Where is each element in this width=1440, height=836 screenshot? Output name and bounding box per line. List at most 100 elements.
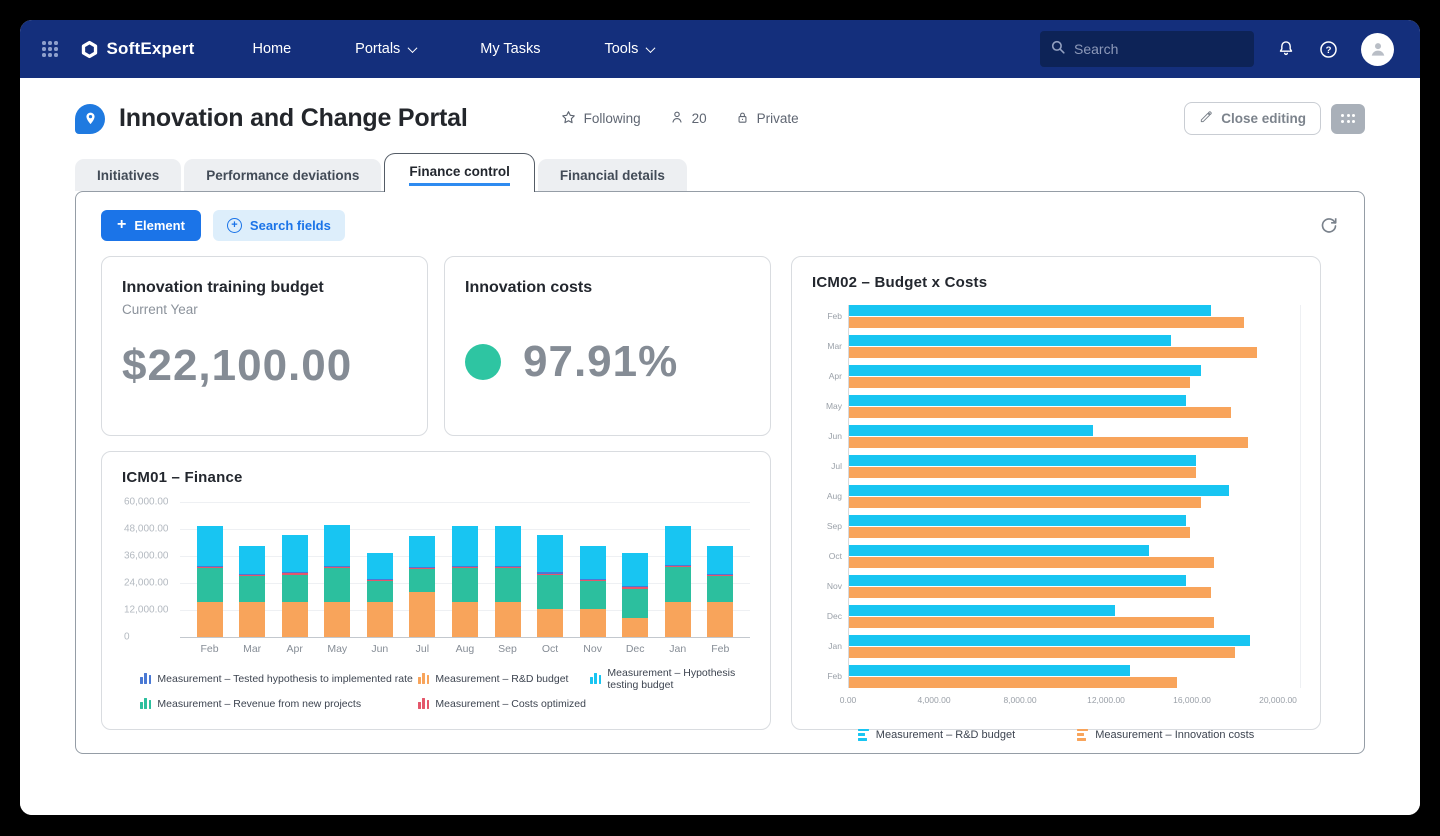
bar-segment-measurement-r-d-budget	[367, 602, 393, 637]
category-label: Mar	[812, 341, 842, 351]
x-tick-label: Jul	[416, 643, 429, 655]
x-tick-label: Sep	[498, 643, 517, 655]
bar-measurement-r-d-budget	[848, 545, 1149, 556]
nav-item-label: Portals	[355, 41, 400, 57]
bar-segment-measurement-hypothesis-testing-budget	[367, 553, 393, 578]
bar-column: Jun	[367, 502, 393, 655]
legend-label: Measurement – Costs optimized	[435, 698, 586, 710]
following-label: Following	[584, 111, 641, 126]
tab-financial-details[interactable]: Financial details	[538, 159, 687, 191]
bar-segment-measurement-hypothesis-testing-budget	[665, 526, 691, 565]
bar-group: Feb	[812, 305, 1300, 328]
bar-measurement-r-d-budget	[848, 485, 1229, 496]
dashboard-grid: Innovation training budget Current Year …	[101, 256, 1340, 730]
add-element-label: Element	[134, 218, 185, 233]
bar-pair	[848, 305, 1300, 328]
bar-segment-measurement-r-d-budget	[622, 618, 648, 636]
stacked-bar	[580, 502, 606, 637]
icm02-right-gridline	[1300, 305, 1301, 688]
page-header: Innovation and Change Portal Following 2…	[75, 102, 1365, 153]
bar-measurement-r-d-budget	[848, 455, 1196, 466]
bar-group: Jan	[812, 635, 1300, 658]
icm01-plot: FebMarAprMayJunJulAugSepOctNovDecJanFeb	[180, 502, 750, 655]
search-icon	[1050, 39, 1066, 60]
bar-pair	[848, 635, 1300, 658]
legend-item-measurement-hypothesis-testing-budget[interactable]: Measurement – Hypothesis testing budget	[590, 667, 750, 691]
page-content: Innovation and Change Portal Following 2…	[20, 78, 1420, 815]
bar-segment-measurement-hypothesis-testing-budget	[537, 535, 563, 572]
legend-item-measurement-costs-optimized[interactable]: Measurement – Costs optimized	[418, 698, 590, 710]
notifications-bell-icon[interactable]	[1276, 39, 1296, 59]
brand-logo[interactable]: SoftExpert	[80, 39, 195, 59]
legend-item-measurement-r-d-budget[interactable]: Measurement – R&D budget	[858, 729, 1015, 741]
tab-performance-deviations[interactable]: Performance deviations	[184, 159, 381, 191]
legend-label: Measurement – R&D budget	[876, 729, 1015, 741]
legend-item-measurement-innovation-costs[interactable]: Measurement – Innovation costs	[1077, 729, 1254, 741]
search-input[interactable]	[1074, 41, 1244, 57]
finance-control-panel: Element Search fields Innovation trainin…	[75, 191, 1365, 754]
icm01-legend: Measurement – Tested hypothesis to imple…	[122, 667, 750, 710]
bar-measurement-r-d-budget	[848, 575, 1186, 586]
bar-group: Aug	[812, 485, 1300, 508]
stacked-bar	[495, 502, 521, 637]
bar-segment-measurement-r-d-budget	[537, 609, 563, 636]
legend-item-measurement-tested-hypothesis-to-implemented-rate[interactable]: Measurement – Tested hypothesis to imple…	[140, 667, 418, 691]
legend-label: Measurement – Tested hypothesis to imple…	[157, 673, 412, 685]
dashboard-left-column: Innovation training budget Current Year …	[101, 256, 771, 730]
refresh-button[interactable]	[1318, 214, 1340, 236]
global-search[interactable]	[1040, 31, 1254, 67]
tab-initiatives[interactable]: Initiatives	[75, 159, 181, 191]
close-editing-button[interactable]: Close editing	[1184, 102, 1321, 135]
tab-finance-control[interactable]: Finance control	[384, 153, 535, 192]
bar-measurement-innovation-costs	[848, 527, 1190, 538]
add-element-button[interactable]: Element	[101, 210, 201, 241]
more-options-button[interactable]	[1331, 104, 1365, 134]
legend-item-measurement-r-d-budget[interactable]: Measurement – R&D budget	[418, 667, 590, 691]
bar-column: Oct	[537, 502, 563, 655]
bar-segment-measurement-revenue-from-new-projects	[324, 568, 350, 601]
search-fields-button[interactable]: Search fields	[213, 210, 345, 241]
horizontal-bars-icon	[858, 729, 869, 741]
x-tick-label: 0.00	[840, 695, 857, 705]
help-icon[interactable]: ?	[1318, 39, 1339, 60]
app-grid-icon[interactable]	[42, 41, 58, 57]
y-tick-label: 12,000.00	[124, 604, 169, 615]
x-tick-label: May	[327, 643, 347, 655]
kpi-card-costs: Innovation costs 97.91%	[444, 256, 771, 436]
legend-item-measurement-revenue-from-new-projects[interactable]: Measurement – Revenue from new projects	[140, 698, 418, 710]
chart-card-icm01: ICM01 – Finance 60,000.0048,000.0036,000…	[101, 451, 771, 730]
bar-chart-icon	[418, 673, 429, 684]
nav-item-home[interactable]: Home	[252, 41, 291, 57]
user-avatar[interactable]	[1361, 33, 1394, 66]
bar-column: Nov	[580, 502, 606, 655]
icm01-chart: 60,000.0048,000.0036,000.0024,000.0012,0…	[122, 502, 750, 655]
category-label: Jul	[812, 461, 842, 471]
category-label: Jun	[812, 431, 842, 441]
bar-segment-measurement-r-d-budget	[282, 602, 308, 637]
nav-menu: Home Portals My Tasks Tools	[252, 41, 654, 57]
icm01-y-axis: 60,000.0048,000.0036,000.0024,000.0012,0…	[122, 502, 180, 637]
nav-item-my-tasks[interactable]: My Tasks	[480, 41, 540, 57]
bar-segment-measurement-revenue-from-new-projects	[282, 575, 308, 602]
kpi-value: $22,100.00	[122, 341, 407, 391]
nav-item-label: Tools	[604, 41, 638, 57]
x-tick-label: Aug	[456, 643, 475, 655]
bar-measurement-r-d-budget	[848, 515, 1186, 526]
bar-segment-measurement-hypothesis-testing-budget	[580, 546, 606, 579]
kpi-title: Innovation costs	[465, 279, 750, 297]
members-count[interactable]: 20	[669, 109, 707, 128]
nav-item-tools[interactable]: Tools	[604, 41, 654, 57]
bar-group: Oct	[812, 545, 1300, 568]
privacy-badge[interactable]: Private	[735, 110, 799, 128]
bar-segment-measurement-revenue-from-new-projects	[580, 581, 606, 608]
nav-item-portals[interactable]: Portals	[355, 41, 416, 57]
icm02-legend: Measurement – R&D budget Measurement – In…	[812, 729, 1300, 741]
bar-measurement-innovation-costs	[848, 677, 1177, 688]
bar-segment-measurement-revenue-from-new-projects	[495, 568, 521, 601]
bar-chart-icon	[590, 673, 601, 684]
stacked-bar	[707, 502, 733, 637]
icm01-bars: FebMarAprMayJunJulAugSepOctNovDecJanFeb	[180, 502, 750, 655]
following-toggle[interactable]: Following	[560, 109, 641, 129]
legend-label: Measurement – Hypothesis testing budget	[607, 667, 750, 691]
bar-column: Mar	[239, 502, 265, 655]
